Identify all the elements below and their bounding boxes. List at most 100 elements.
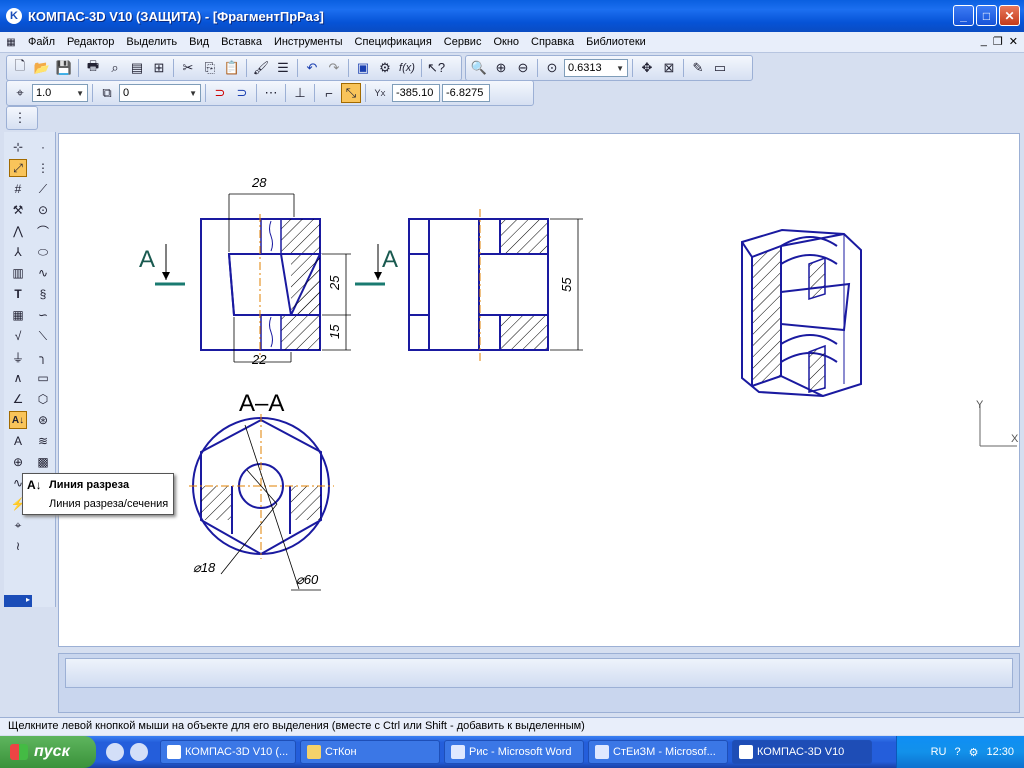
layers-icon[interactable]: ⧉ — [97, 83, 117, 103]
cut-icon[interactable]: ✂ — [178, 58, 198, 78]
segment-icon[interactable]: ⟋ — [34, 180, 52, 198]
taskbar-item-folder[interactable]: СтКон — [300, 740, 440, 764]
menu-libraries[interactable]: Библиотеки — [580, 36, 652, 48]
select-icon[interactable]: ▥ — [9, 264, 27, 282]
menu-help[interactable]: Справка — [525, 36, 580, 48]
section-line-icon[interactable]: A↓ — [9, 411, 27, 429]
position-icon[interactable]: ∠ — [9, 390, 27, 408]
menu-insert[interactable]: Вставка — [215, 36, 268, 48]
axis-icon[interactable]: ⊕ — [9, 453, 27, 471]
menu-specification[interactable]: Спецификация — [349, 36, 438, 48]
cursor-step-field[interactable]: 1.0 ▼ — [32, 84, 88, 102]
fillet-icon[interactable]: ╮ — [34, 348, 52, 366]
chamfer-icon[interactable]: ⟍ — [34, 327, 52, 345]
zoom-in-icon[interactable]: 🔍 — [469, 58, 489, 78]
redraw-icon[interactable]: ✎ — [688, 58, 708, 78]
panel-expand-arrow-icon[interactable]: ▸ — [4, 595, 32, 607]
local-cs-icon[interactable]: ⊥ — [290, 83, 310, 103]
start-button[interactable]: пуск — [0, 736, 96, 768]
table-icon[interactable]: ▦ — [9, 306, 27, 324]
redo-icon[interactable]: ↷ — [324, 58, 344, 78]
taskbar-item-word-1[interactable]: Рис - Microsoft Word — [444, 740, 584, 764]
media-player-icon[interactable] — [106, 743, 124, 761]
round-icon[interactable]: ⤡ — [341, 83, 361, 103]
open-folder-icon[interactable]: 📂 — [32, 58, 52, 78]
hatch-icon[interactable]: # — [9, 180, 27, 198]
taskbar-item-kompas-2[interactable]: КОМПАС-3D V10 — [732, 740, 872, 764]
menu-select[interactable]: Выделить — [120, 36, 183, 48]
preview-icon[interactable]: ⌕ — [105, 58, 125, 78]
taskbar-item-word-2[interactable]: СтЕиЗМ - Microsof... — [588, 740, 728, 764]
menu-view[interactable]: Вид — [183, 36, 215, 48]
menu-window[interactable]: Окно — [487, 36, 525, 48]
snap-magnet-icon[interactable]: ⊃ — [210, 83, 230, 103]
library-icon[interactable]: ⚙ — [375, 58, 395, 78]
copy-props-icon[interactable]: ▤ — [127, 58, 147, 78]
arc-icon[interactable]: ⌒ — [34, 222, 52, 240]
doc-restore-button[interactable]: ❐ — [993, 35, 1003, 48]
text-icon[interactable]: T — [9, 285, 27, 303]
spline-icon[interactable]: ∿ — [34, 264, 52, 282]
close-button[interactable]: ✕ — [999, 5, 1020, 26]
show-all-icon[interactable]: ⊠ — [659, 58, 679, 78]
edit-icon[interactable]: ⚒ — [9, 201, 27, 219]
equidistant-icon[interactable]: ≋ — [34, 432, 52, 450]
leader-icon[interactable]: ∧ — [9, 369, 27, 387]
new-file-icon[interactable]: 🗋 — [10, 58, 30, 78]
print-icon[interactable]: 🖶 — [83, 58, 103, 78]
maximize-button[interactable]: □ — [976, 5, 997, 26]
circle-icon[interactable]: ⊙ — [34, 201, 52, 219]
local-snap-icon[interactable]: ⊃ — [232, 83, 252, 103]
rectangle-icon[interactable]: ▭ — [34, 369, 52, 387]
parametrization-icon[interactable]: ⋀ — [9, 222, 27, 240]
pan-icon[interactable]: ✥ — [637, 58, 657, 78]
view-arrow-icon[interactable]: A — [9, 432, 27, 450]
browser-icon[interactable] — [130, 743, 148, 761]
network-tray-icon[interactable]: ⚙ — [969, 746, 979, 759]
taskbar-item-kompas-1[interactable]: КОМПАС-3D V10 (... — [160, 740, 296, 764]
manager-icon[interactable]: ▣ — [353, 58, 373, 78]
center-mark-icon[interactable]: ⌖ — [9, 516, 27, 534]
help-tray-icon[interactable]: ? — [954, 746, 960, 758]
variables-icon[interactable]: f(x) — [397, 58, 417, 78]
y-coordinate-field[interactable]: -6.8275 — [442, 84, 490, 102]
compact-panel-icon[interactable]: ⋮ — [10, 108, 30, 128]
break-line-icon[interactable]: ≀ — [9, 537, 27, 555]
paste-icon[interactable]: 📋 — [222, 58, 242, 78]
roughness-icon[interactable]: √ — [9, 327, 27, 345]
undo-icon[interactable]: ↶ — [302, 58, 322, 78]
minimize-button[interactable]: _ — [953, 5, 974, 26]
save-icon[interactable]: 💾 — [54, 58, 74, 78]
measure-icon[interactable]: ⅄ — [9, 243, 27, 261]
polyline-icon[interactable]: § — [34, 285, 52, 303]
zoom-field[interactable]: 0.6313 ▼ — [564, 59, 628, 77]
base-icon[interactable]: ⏚ — [9, 348, 27, 366]
geometry-icon[interactable]: ⊹ — [9, 138, 27, 156]
menu-service[interactable]: Сервис — [438, 36, 488, 48]
ortho-icon[interactable]: ⌐ — [319, 83, 339, 103]
display-icon[interactable]: ▭ — [710, 58, 730, 78]
point-icon[interactable]: · — [34, 138, 52, 156]
doc-minimize-button[interactable]: _ — [981, 35, 987, 48]
nurbs-icon[interactable]: ∽ — [34, 306, 52, 324]
list-icon[interactable]: ☰ — [273, 58, 293, 78]
grid-icon[interactable]: ⋯ — [261, 83, 281, 103]
property-panel-content[interactable] — [65, 658, 1013, 688]
help-pointer-icon[interactable]: ↖? — [426, 58, 446, 78]
language-indicator[interactable]: RU — [931, 746, 947, 758]
zoom-out-icon[interactable]: ⊖ — [513, 58, 533, 78]
dimensions-icon[interactable]: ⤢ — [9, 159, 27, 177]
doc-close-button[interactable]: ✕ — [1009, 35, 1018, 48]
layer-field[interactable]: 0 ▼ — [119, 84, 201, 102]
menu-editor[interactable]: Редактор — [61, 36, 120, 48]
x-coordinate-field[interactable]: -385.10 — [392, 84, 440, 102]
tree-icon[interactable]: ⊞ — [149, 58, 169, 78]
menu-tools[interactable]: Инструменты — [268, 36, 349, 48]
aux-line-icon[interactable]: ⋮ — [34, 159, 52, 177]
menu-file[interactable]: Файл — [22, 36, 61, 48]
drawing-canvas[interactable]: 28 22 25 15 A A 55 A–A ⌀18 ⌀60 Y X — [58, 133, 1020, 647]
contour-icon[interactable]: ⊛ — [34, 411, 52, 429]
brush-icon[interactable]: 🖌 — [251, 58, 271, 78]
copy-icon[interactable]: ⎘ — [200, 58, 220, 78]
polygon-icon[interactable]: ⬡ — [34, 390, 52, 408]
